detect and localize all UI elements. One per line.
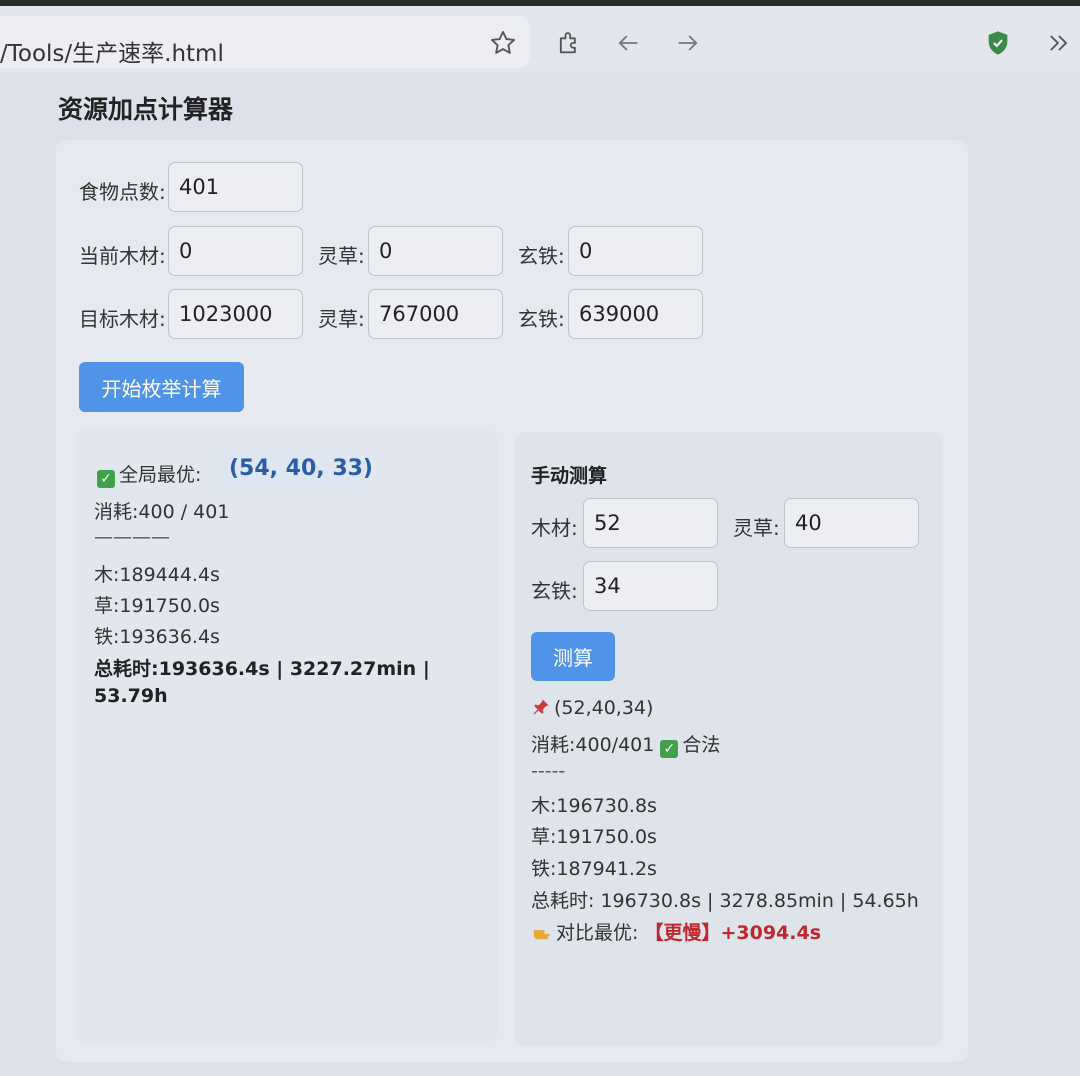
legal-status: 合法 — [682, 734, 721, 756]
current-herb-label: 灵草: — [318, 244, 365, 268]
calculate-button[interactable]: 测算 — [531, 632, 615, 681]
manual-total-time: 总耗时: 196730.8s | 3278.85min | 54.65h — [531, 890, 919, 912]
current-wood-input[interactable] — [168, 226, 303, 276]
manual-result-tuple: (52,40,34) — [531, 697, 653, 722]
shield-icon[interactable] — [983, 28, 1013, 58]
forward-icon[interactable] — [673, 28, 703, 58]
current-wood-label: 当前木材: — [79, 244, 166, 268]
current-iron-input[interactable] — [568, 226, 703, 276]
check-icon: ✓ — [97, 470, 115, 488]
manual-wood-input[interactable] — [583, 498, 718, 548]
manual-divider: ----- — [531, 760, 566, 782]
best-iron-time: 铁:193636.4s — [94, 626, 220, 648]
best-divider: ———— — [94, 526, 170, 548]
manual-iron-input[interactable] — [583, 561, 718, 611]
manual-wood-time: 木:196730.8s — [531, 795, 657, 817]
food-points-input[interactable] — [168, 162, 303, 212]
best-wood-time: 木:189444.4s — [94, 564, 220, 586]
target-wood-input[interactable] — [168, 289, 303, 339]
check-icon: ✓ — [660, 740, 679, 758]
manual-consumption: 消耗:400/401 ✓ 合法 — [531, 734, 721, 758]
back-icon[interactable] — [613, 28, 643, 58]
target-wood-label: 目标木材: — [79, 307, 166, 331]
pushpin-icon — [531, 697, 551, 722]
star-icon[interactable] — [488, 28, 518, 58]
manual-iron-time: 铁:187941.2s — [531, 858, 657, 880]
best-label: ✓ 全局最优: — [97, 460, 201, 488]
compare-result: 【更慢】+3094.4s — [644, 922, 822, 944]
food-points-label: 食物点数: — [79, 180, 166, 204]
best-consumption: 消耗:400 / 401 — [94, 501, 230, 523]
current-iron-label: 玄铁: — [518, 244, 565, 268]
enumerate-button[interactable]: 开始枚举计算 — [79, 362, 244, 412]
page-title: 资源加点计算器 — [58, 95, 234, 124]
browser-toolbar: /Tools/生产速率.html — [0, 0, 1080, 72]
manual-herb-time: 草:191750.0s — [531, 826, 657, 848]
target-iron-input[interactable] — [568, 289, 703, 339]
target-iron-label: 玄铁: — [518, 307, 565, 331]
best-herb-time: 草:191750.0s — [94, 595, 220, 617]
url-text[interactable]: /Tools/生产速率.html — [0, 34, 224, 68]
target-herb-label: 灵草: — [318, 307, 365, 331]
overflow-icon[interactable] — [1044, 28, 1074, 58]
extension-icon[interactable] — [554, 28, 584, 58]
manual-herb-input[interactable] — [784, 498, 919, 548]
target-herb-input[interactable] — [368, 289, 503, 339]
best-total-time: 总耗时:193636.4s | 3227.27min | — [94, 658, 430, 680]
pointing-hand-icon — [531, 922, 553, 947]
current-herb-input[interactable] — [368, 226, 503, 276]
best-total-hours: 53.79h — [94, 685, 168, 707]
compare-line: 对比最优: 【更慢】+3094.4s — [531, 918, 821, 947]
address-bar[interactable]: /Tools/生产速率.html — [0, 16, 530, 68]
best-value: (54, 40, 33) — [229, 456, 373, 481]
manual-wood-label: 木材: — [531, 516, 578, 540]
manual-iron-label: 玄铁: — [531, 579, 578, 603]
manual-herb-label: 灵草: — [733, 516, 780, 540]
manual-title: 手动测算 — [531, 465, 608, 487]
